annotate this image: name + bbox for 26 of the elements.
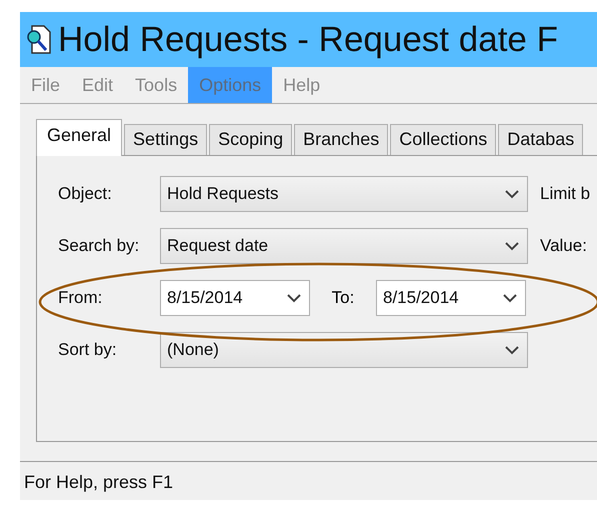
tab[interactable]: Settings <box>124 124 208 155</box>
field-label: From: <box>58 288 104 308</box>
chevron-down-icon <box>505 190 519 198</box>
field-label: Value: <box>540 236 587 256</box>
chevron-down-icon <box>505 242 519 250</box>
tab[interactable]: Collections <box>390 124 496 155</box>
field-label: Sort by: <box>58 340 118 360</box>
date-picker[interactable]: 8/15/2014 <box>376 280 526 316</box>
dropdown[interactable]: Hold Requests <box>160 176 528 212</box>
chevron-down-icon <box>505 346 519 354</box>
tab[interactable]: General <box>36 119 122 156</box>
window-title: Hold Requests - Request date F <box>58 20 558 60</box>
dropdown[interactable]: (None) <box>160 332 528 368</box>
status-text: For Help, press F1 <box>24 472 174 492</box>
dropdown[interactable]: Request date <box>160 228 528 264</box>
tab[interactable]: Branches <box>294 124 388 155</box>
field-label: Search by: <box>58 236 140 256</box>
field-label: Object: <box>58 184 113 204</box>
field-label: Limit b <box>540 184 590 204</box>
chevron-down-icon <box>503 294 517 302</box>
field-label: To: <box>330 288 356 308</box>
chevron-down-icon <box>287 294 301 302</box>
date-picker[interactable]: 8/15/2014 <box>160 280 310 316</box>
document-magnifier-icon <box>26 24 52 54</box>
tab[interactable]: Scoping <box>209 124 292 155</box>
tab[interactable]: Databas <box>498 124 584 155</box>
